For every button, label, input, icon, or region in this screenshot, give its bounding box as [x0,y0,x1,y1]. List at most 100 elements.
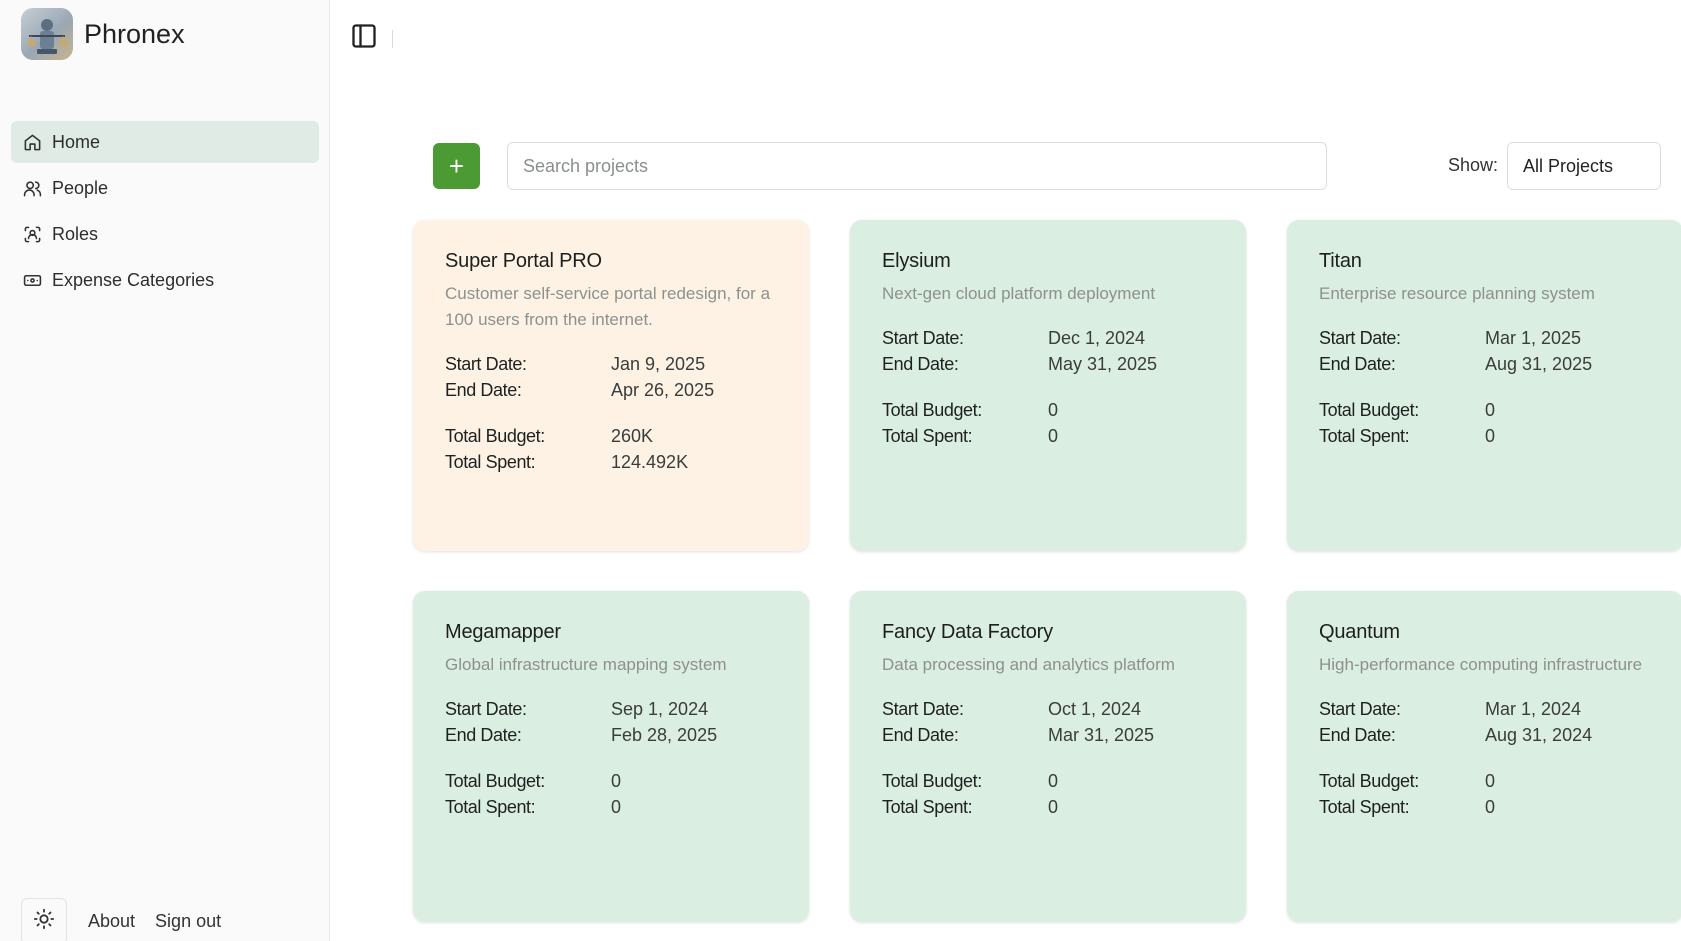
total-spent-value: 0 [611,797,622,817]
show-filter-select[interactable]: All Projects [1507,142,1661,190]
project-title: Titan [1319,250,1362,272]
project-title: Megamapper [445,621,561,643]
project-dates: Start Date: Jan 9, 2025 End Date: Apr 26, 2… [445,351,777,403]
project-title: Quantum [1319,621,1400,643]
sidebar-item-expense-categories[interactable]: Expense Categories [11,259,319,301]
project-description: Enterprise resource planning system [1319,284,1595,303]
total-budget-value: 0 [1485,771,1496,791]
start-date-value: Mar 1, 2024 [1485,699,1582,719]
project-card[interactable]: Super Portal PRO Customer self-service po… [413,220,809,551]
total-budget-label: Total Budget: [445,426,545,446]
total-spent-label: Total Spent: [445,452,536,472]
end-date-value: May 31, 2025 [1048,354,1158,374]
theme-toggle-button[interactable] [21,898,67,941]
start-date-label: Start Date: [882,699,964,719]
total-spent-value: 0 [1048,797,1059,817]
project-title: Fancy Data Factory [882,621,1053,643]
total-spent-value: 0 [1048,426,1059,446]
total-spent-label: Total Spent: [1319,797,1410,817]
project-dates: Start Date: Mar 1, 2024 End Date: Aug 31, 2… [1319,696,1651,748]
project-dates: Start Date: Dec 1, 2024 End Date: May 31, 2… [882,325,1214,377]
end-date-value: Aug 31, 2025 [1485,354,1593,374]
project-finances: Total Budget: 0 Total Spent: 0 [445,768,777,820]
start-date-label: Start Date: [1319,699,1401,719]
project-dates: Start Date: Mar 1, 2025 End Date: Aug 31, 2… [1319,325,1651,377]
start-date-label: Start Date: [445,699,527,719]
project-finances: Total Budget: 0 Total Spent: 0 [1319,768,1651,820]
home-icon [22,132,42,152]
project-title: Elysium [882,250,951,272]
end-date-value: Feb 28, 2025 [611,725,718,745]
end-date-value: Apr 26, 2025 [611,380,715,400]
start-date-label: Start Date: [1319,328,1401,348]
project-description: Next-gen cloud platform deployment [882,284,1156,303]
sidebar: Phronex Home People Roles Expense Catego… [0,0,330,941]
show-filter-label: Show: [1448,155,1499,175]
start-date-label: Start Date: [445,354,527,374]
total-spent-value: 0 [1485,426,1496,446]
header-divider [392,30,393,48]
project-card[interactable]: Fancy Data Factory Data processing and an… [850,591,1246,922]
total-budget-label: Total Budget: [1319,771,1419,791]
project-title: Super Portal PRO [445,250,602,272]
end-date-label: End Date: [445,725,522,745]
project-finances: Total Budget: 0 Total Spent: 0 [882,768,1214,820]
project-finances: Total Budget: 0 Total Spent: 0 [1319,397,1651,449]
search-input[interactable] [507,142,1327,190]
end-date-label: End Date: [882,354,959,374]
total-spent-label: Total Spent: [882,797,973,817]
show-filter-value: All Projects [1523,155,1614,176]
start-date-value: Mar 1, 2025 [1485,328,1582,348]
end-date-label: End Date: [1319,725,1396,745]
total-budget-label: Total Budget: [445,771,545,791]
sun-icon [33,908,55,935]
brand[interactable]: Phronex [21,8,185,60]
project-dates: Start Date: Oct 1, 2024 End Date: Mar 31, 2… [882,696,1214,748]
sidebar-item-label: Roles [52,223,99,244]
roles-icon [22,224,42,244]
start-date-value: Sep 1, 2024 [611,699,709,719]
about-link[interactable]: About [88,911,135,932]
sidebar-footer: About Sign out [21,898,221,941]
total-spent-label: Total Spent: [445,797,536,817]
sidebar-item-label: Expense Categories [52,269,215,290]
start-date-value: Oct 1, 2024 [1048,699,1142,719]
total-budget-value: 260K [611,426,654,446]
sidebar-toggle-button[interactable] [348,22,380,54]
start-date-value: Jan 9, 2025 [611,354,706,374]
sign-out-link[interactable]: Sign out [155,911,221,932]
sidebar-nav: Home People Roles Expense Categories [11,121,319,305]
app-logo [21,8,73,60]
sidebar-item-home[interactable]: Home [11,121,319,163]
total-budget-label: Total Budget: [882,400,982,420]
project-card[interactable]: Megamapper Global infrastructure mapping … [413,591,809,922]
project-description: Data processing and analytics platform [882,655,1175,674]
project-finances: Total Budget: 0 Total Spent: 0 [882,397,1214,449]
end-date-value: Aug 31, 2024 [1485,725,1593,745]
total-budget-value: 0 [1048,400,1059,420]
total-budget-label: Total Budget: [1319,400,1419,420]
project-card[interactable]: Elysium Next-gen cloud platform deploymen… [850,220,1246,551]
total-spent-value: 0 [1485,797,1496,817]
sidebar-item-label: People [52,177,109,198]
start-date-value: Dec 1, 2024 [1048,328,1146,348]
project-card[interactable]: Quantum High-performance computing infras… [1287,591,1681,922]
total-spent-label: Total Spent: [882,426,973,446]
sidebar-item-roles[interactable]: Roles [11,213,319,255]
total-budget-value: 0 [1048,771,1059,791]
project-finances: Total Budget: 260K Total Spent: 124.492K [445,423,777,475]
project-description: High-performance computing infrastructur… [1319,655,1643,674]
total-spent-label: Total Spent: [1319,426,1410,446]
total-budget-label: Total Budget: [882,771,982,791]
project-dates: Start Date: Sep 1, 2024 End Date: Feb 28, 2… [445,696,777,748]
sidebar-item-label: Home [52,131,101,152]
app-name: Phronex [84,18,185,49]
add-project-button[interactable]: + [433,143,480,189]
end-date-label: End Date: [882,725,959,745]
sidebar-item-people[interactable]: People [11,167,319,209]
panel-left-icon [350,22,378,55]
total-spent-value: 124.492K [611,452,689,472]
end-date-value: Mar 31, 2025 [1048,725,1155,745]
project-card[interactable]: Titan Enterprise resource planning system… [1287,220,1681,551]
end-date-label: End Date: [1319,354,1396,374]
